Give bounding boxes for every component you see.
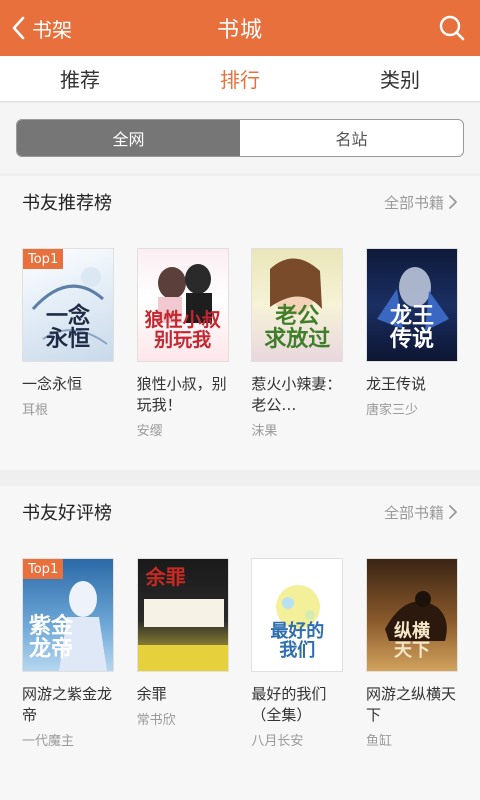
- segmented-control: 全网 名站: [16, 119, 464, 157]
- book-list: Top1 紫金 龙帝 网游之紫金龙帝 一代魔主 余罪 余罪 常书欣 最好的 我们…: [0, 558, 480, 749]
- book-cover[interactable]: 纵横 天下: [365, 558, 458, 672]
- book-author: 耳根: [22, 403, 49, 418]
- book-title: 网游之纵横天下: [365, 685, 456, 724]
- tab-bar: 推荐 排行 类别: [0, 56, 480, 102]
- book-title: 余罪: [136, 685, 167, 703]
- all-books-link[interactable]: 全部书籍: [384, 192, 458, 213]
- all-books-label: 全部书籍: [383, 503, 444, 522]
- section-title: 书友好评榜: [22, 503, 112, 524]
- page-title: 书城: [216, 18, 263, 43]
- segment-container: 全网 名站: [0, 103, 480, 173]
- book-title: 惹火小辣妻：老公…: [251, 375, 342, 414]
- book-cover[interactable]: 狼性小叔 别玩我: [136, 248, 229, 362]
- cover-title-text: 龙王 传说: [389, 302, 434, 352]
- ranking-section-recommend: 书友推荐榜 全部书籍 Top1 一念 永恒 一念永恒 耳根 狼性小叔 别玩我 狼…: [0, 176, 480, 470]
- book-item[interactable]: 最好的 我们 最好的我们（全集） 八月长安: [251, 558, 344, 749]
- segment-famous-sites[interactable]: 名站: [240, 120, 463, 156]
- book-cover[interactable]: 余罪: [136, 558, 229, 672]
- book-item[interactable]: Top1 紫金 龙帝 网游之紫金龙帝 一代魔主: [22, 558, 114, 749]
- book-author: 安缨: [136, 424, 163, 439]
- chevron-right-icon: [449, 195, 457, 209]
- book-author: 常书欣: [136, 713, 176, 728]
- cover-title-text: 一念 永恒: [45, 302, 90, 352]
- book-cover[interactable]: Top1 紫金 龙帝: [22, 558, 114, 672]
- book-title: 一念永恒: [22, 375, 83, 393]
- tab-recommend[interactable]: 推荐: [0, 56, 160, 101]
- tab-category[interactable]: 类别: [320, 56, 480, 101]
- search-button[interactable]: [434, 10, 470, 46]
- section-header: 书友推荐榜 全部书籍: [0, 176, 480, 228]
- book-item[interactable]: 纵横 天下 网游之纵横天下 鱼缸: [365, 558, 458, 749]
- ranking-section-rating: 书友好评榜 全部书籍 Top1 紫金 龙帝 网游之紫金龙帝 一代魔主 余罪 余罪…: [0, 486, 480, 800]
- book-author: 鱼缸: [365, 734, 392, 749]
- book-title: 龙王传说: [365, 375, 426, 393]
- cover-title-text: 余罪: [145, 565, 186, 589]
- book-title: 网游之紫金龙帝: [22, 685, 113, 724]
- cover-title-text: 紫金 龙帝: [29, 612, 74, 662]
- book-cover[interactable]: 最好的 我们: [251, 558, 344, 672]
- book-list: Top1 一念 永恒 一念永恒 耳根 狼性小叔 别玩我 狼性小叔，别玩我！ 安缨…: [0, 248, 480, 439]
- cover-title-text: 老公 求放过: [264, 302, 331, 352]
- book-author: 唐家三少: [365, 403, 418, 418]
- all-books-link[interactable]: 全部书籍: [384, 502, 458, 523]
- book-item[interactable]: 老公 求放过 惹火小辣妻：老公… 沫果: [251, 248, 344, 439]
- book-author: 沫果: [251, 424, 278, 439]
- search-icon: [439, 15, 465, 41]
- book-author: 一代魔主: [22, 734, 75, 749]
- all-books-label: 全部书籍: [383, 193, 444, 212]
- rank-badge: Top1: [23, 559, 64, 579]
- book-item[interactable]: 狼性小叔 别玩我 狼性小叔，别玩我！ 安缨: [136, 248, 229, 439]
- cover-title-text: 狼性小叔 别玩我: [144, 309, 221, 352]
- book-item[interactable]: 余罪 余罪 常书欣: [136, 558, 229, 749]
- book-item[interactable]: 龙王 传说 龙王传说 唐家三少: [365, 248, 458, 439]
- segment-all-network[interactable]: 全网: [17, 120, 240, 156]
- book-cover[interactable]: 龙王 传说: [365, 248, 458, 362]
- book-title: 狼性小叔，别玩我！: [136, 375, 227, 414]
- book-item[interactable]: Top1 一念 永恒 一念永恒 耳根: [22, 248, 114, 439]
- rank-badge: Top1: [23, 249, 64, 269]
- book-cover[interactable]: Top1 一念 永恒: [22, 248, 114, 362]
- chevron-right-icon: [449, 505, 457, 519]
- section-header: 书友好评榜 全部书籍: [0, 486, 480, 538]
- book-title: 最好的我们（全集）: [251, 685, 327, 724]
- section-title: 书友推荐榜: [22, 193, 112, 214]
- cover-title-text: 最好的 我们: [270, 621, 325, 662]
- cover-title-text: 纵横 天下: [393, 621, 430, 662]
- book-cover[interactable]: 老公 求放过: [251, 248, 344, 362]
- top-bar: 书架 书城: [0, 0, 480, 56]
- book-author: 八月长安: [251, 734, 304, 749]
- tab-ranking[interactable]: 排行: [160, 56, 320, 101]
